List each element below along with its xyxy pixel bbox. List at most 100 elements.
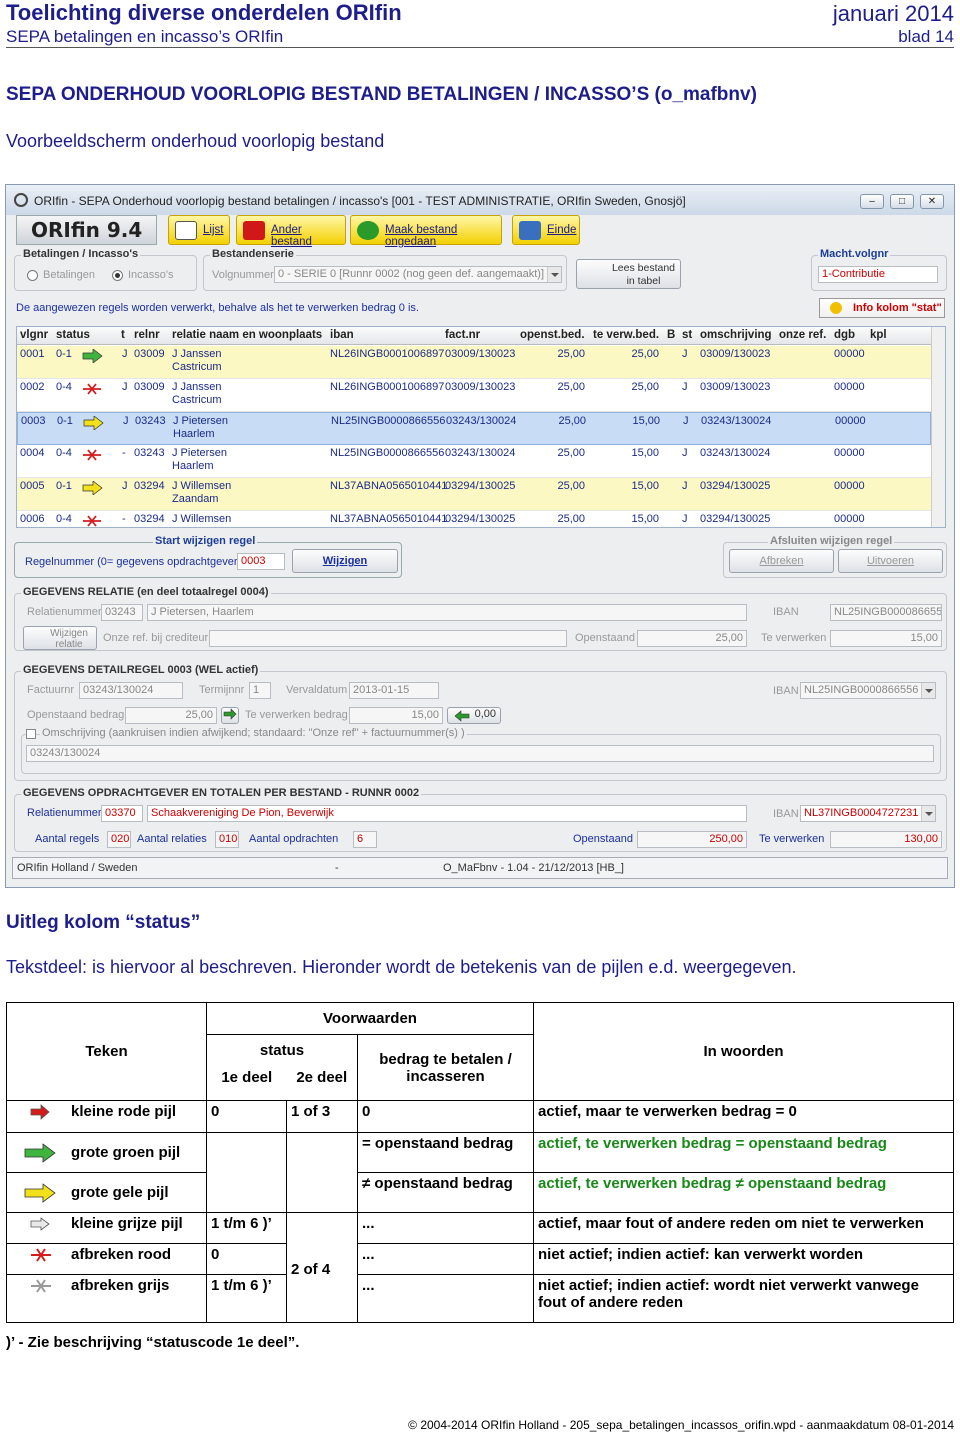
te-verwerken-bedrag-field[interactable]: 15,00 [349, 707, 443, 724]
col-t[interactable]: t [121, 329, 125, 341]
cell-verw: 15,00 [631, 480, 659, 492]
opdracht-naam-field[interactable]: Schaakvereniging De Pion, Beverwijk [147, 805, 747, 822]
onze-ref-field[interactable] [209, 630, 567, 647]
col-b[interactable]: B [667, 329, 675, 341]
maximize-button[interactable]: □ [890, 194, 914, 209]
volgnummer-select[interactable]: 0 - SERIE 0 [Runnr 0002 (nog geen def. a… [274, 266, 562, 283]
lees-bestand-button[interactable]: Lees bestand in tabel [576, 259, 681, 289]
cell-iban: NL37ABNA0565010441 [330, 480, 448, 492]
cell-t: - [122, 447, 126, 459]
detail-iban-label: IBAN [773, 685, 799, 697]
cell-vlgnr: 0004 [20, 447, 45, 459]
col-te-verw-bed[interactable]: te verw.bed. [593, 329, 659, 341]
col-openst-bed[interactable]: openst.bed. [520, 329, 585, 341]
table-row[interactable]: 0005 0-1 J 03294 J Willemsen NL37ABNA05650104… [17, 478, 931, 511]
legend-woorden: actief, maar fout of andere reden om nie… [533, 1212, 954, 1244]
cell-naam: J Pietersen [173, 415, 229, 427]
info-kolom-stat-button[interactable]: Info kolom "stat" [819, 298, 945, 318]
orifin-logo: ORIfin 9.4 [16, 215, 157, 245]
legend-status1: 1 t/m 6 )’ [206, 1212, 287, 1244]
uitvoeren-button[interactable]: Uitvoeren [838, 549, 943, 573]
table-row[interactable]: 0004 0-4 -03243 J Pietersen NL25INGB00008665… [17, 445, 931, 478]
macht-volgnr-field[interactable]: 1-Contributie [818, 266, 938, 283]
table-row[interactable]: 0001 0-1 J 03009 J Janssen NL26INGB0001006897… [17, 346, 931, 379]
relatie-te-verwerken-field[interactable]: 15,00 [830, 630, 942, 647]
omschrijving-field[interactable]: 03243/130024 [26, 745, 934, 762]
cell-relnr: 03294 [134, 513, 165, 525]
factuurnr-field[interactable]: 03243/130024 [79, 682, 183, 699]
col-iban[interactable]: iban [330, 329, 354, 341]
incassos-radio[interactable] [112, 270, 123, 281]
maak-ongedaan-label: Maak bestand ongedaan [385, 224, 458, 248]
header-divider [6, 47, 954, 48]
wijzigen-relatie-button[interactable]: Wijzigen relatie [23, 626, 97, 650]
detail-iban-select[interactable]: NL25INGB0000866556 [800, 682, 936, 699]
cell-dgb: 00000 [835, 415, 866, 427]
toolbar: ORIfin 9.4 Lijst Ander bestand Maak best… [12, 215, 948, 248]
cancel-red-icon [31, 1248, 51, 1262]
relatie-openstaand-field[interactable]: 25,00 [637, 630, 747, 647]
legend-woorden: actief, te verwerken bedrag ≠ openstaand… [533, 1172, 954, 1213]
afsluiten-wijzigen-group: Afsluiten wijzigen regel Afbreken Uitvoe… [723, 535, 947, 578]
table-row[interactable]: 0003 0-1 J 03243 J Pietersen NL25INGB00008665… [17, 412, 931, 445]
col-relatie-naam[interactable]: relatie naam en woonplaats [172, 329, 322, 341]
col-kpl[interactable]: kpl [870, 329, 887, 341]
omschrijving-checkbox[interactable] [26, 729, 36, 739]
lees-bestand-label: Lees bestand [611, 262, 676, 274]
col-status[interactable]: status [56, 329, 90, 341]
einde-button[interactable]: Einde [512, 215, 580, 245]
legend-status1: 0 [206, 1100, 287, 1133]
relatie-naam-field[interactable]: J Pietersen, Haarlem [147, 604, 747, 621]
chevron-down-icon [921, 806, 935, 821]
col-relnr[interactable]: relnr [134, 329, 160, 341]
yellow-arrow-icon [82, 481, 103, 495]
betalingen-radio-label: Betalingen [43, 269, 95, 281]
openstaand-bedrag-field[interactable]: 25,00 [125, 707, 217, 724]
chevron-down-icon [921, 683, 935, 698]
cell-oms: 03243/130024 [700, 447, 771, 459]
cell-naam: J Janssen [172, 348, 222, 360]
relatie-iban-field[interactable]: NL25INGB0000866556 [830, 604, 942, 621]
table-row[interactable]: 0006 0-4 -03294 J Willemsen NL37ABNA05650104… [17, 511, 931, 527]
grid-scrollbar[interactable] [931, 327, 945, 527]
bestandenserie-group: Bestandenserie Volgnummer 0 - SERIE 0 [R… [203, 248, 567, 291]
regelnummer-field[interactable]: 0003 [237, 553, 285, 570]
cell-status: 0-4 [56, 381, 72, 393]
onze-ref-label: Onze ref. bij crediteur [103, 632, 209, 644]
legend-status2: 1 of 3 [286, 1100, 358, 1133]
maak-ongedaan-button[interactable]: Maak bestand ongedaan [350, 215, 502, 248]
cell-oms: 03294/130025 [700, 480, 771, 492]
betalingen-radio[interactable] [27, 270, 38, 281]
aantal-relaties-label: Aantal relaties [137, 833, 207, 845]
in-tabel-label: in tabel [626, 275, 661, 287]
table-row[interactable]: 0002 0-4 J 03009 J Janssen NL26INGB0001006897… [17, 379, 931, 412]
cell-st: J [682, 348, 688, 360]
col-vlgnr[interactable]: vlgnr [20, 329, 48, 341]
close-button[interactable]: ✕ [920, 194, 944, 209]
minimize-button[interactable]: – [860, 194, 884, 209]
gegevens-opdrachtgever-group: GEGEVENS OPDRACHTGEVER EN TOTALEN PER BE… [14, 787, 947, 852]
cell-plaats: Haarlem [173, 428, 215, 440]
col-dgb[interactable]: dgb [834, 329, 855, 341]
aantal-relaties-field: 010 [215, 831, 239, 848]
col-onze-ref[interactable]: onze ref. [779, 329, 826, 341]
gegevens-relatie-group: GEGEVENS RELATIE (en deel totaalregel 00… [14, 586, 947, 651]
copy-amount-button[interactable] [221, 707, 239, 724]
ander-bestand-button[interactable]: Ander bestand [236, 215, 346, 248]
col-omschrijving[interactable]: omschrijving [700, 329, 772, 341]
opdracht-relatienummer-field[interactable]: 03370 [101, 805, 143, 822]
wijzigen-button[interactable]: Wijzigen [292, 549, 398, 573]
afbreken-button[interactable]: Afbreken [729, 549, 834, 573]
col-st[interactable]: st [682, 329, 692, 341]
switch-file-icon [243, 221, 265, 240]
grid-header: vlgnr status t relnr relatie naam en woo… [17, 327, 931, 345]
col-factnr[interactable]: fact.nr [445, 329, 480, 341]
zero-amount-button[interactable]: 0,00 [447, 707, 501, 724]
status-separator: - [335, 862, 339, 874]
relatienummer-field[interactable]: 03243 [101, 604, 143, 621]
gegevens-detailregel-title: GEGEVENS DETAILREGEL 0003 (WEL actief) [21, 664, 261, 676]
termijnnr-field[interactable]: 1 [249, 682, 271, 699]
vervaldatum-field[interactable]: 2013-01-15 [349, 682, 439, 699]
opdracht-iban-select[interactable]: NL37INGB0004727231 [800, 805, 936, 822]
lijst-button[interactable]: Lijst [168, 215, 230, 245]
